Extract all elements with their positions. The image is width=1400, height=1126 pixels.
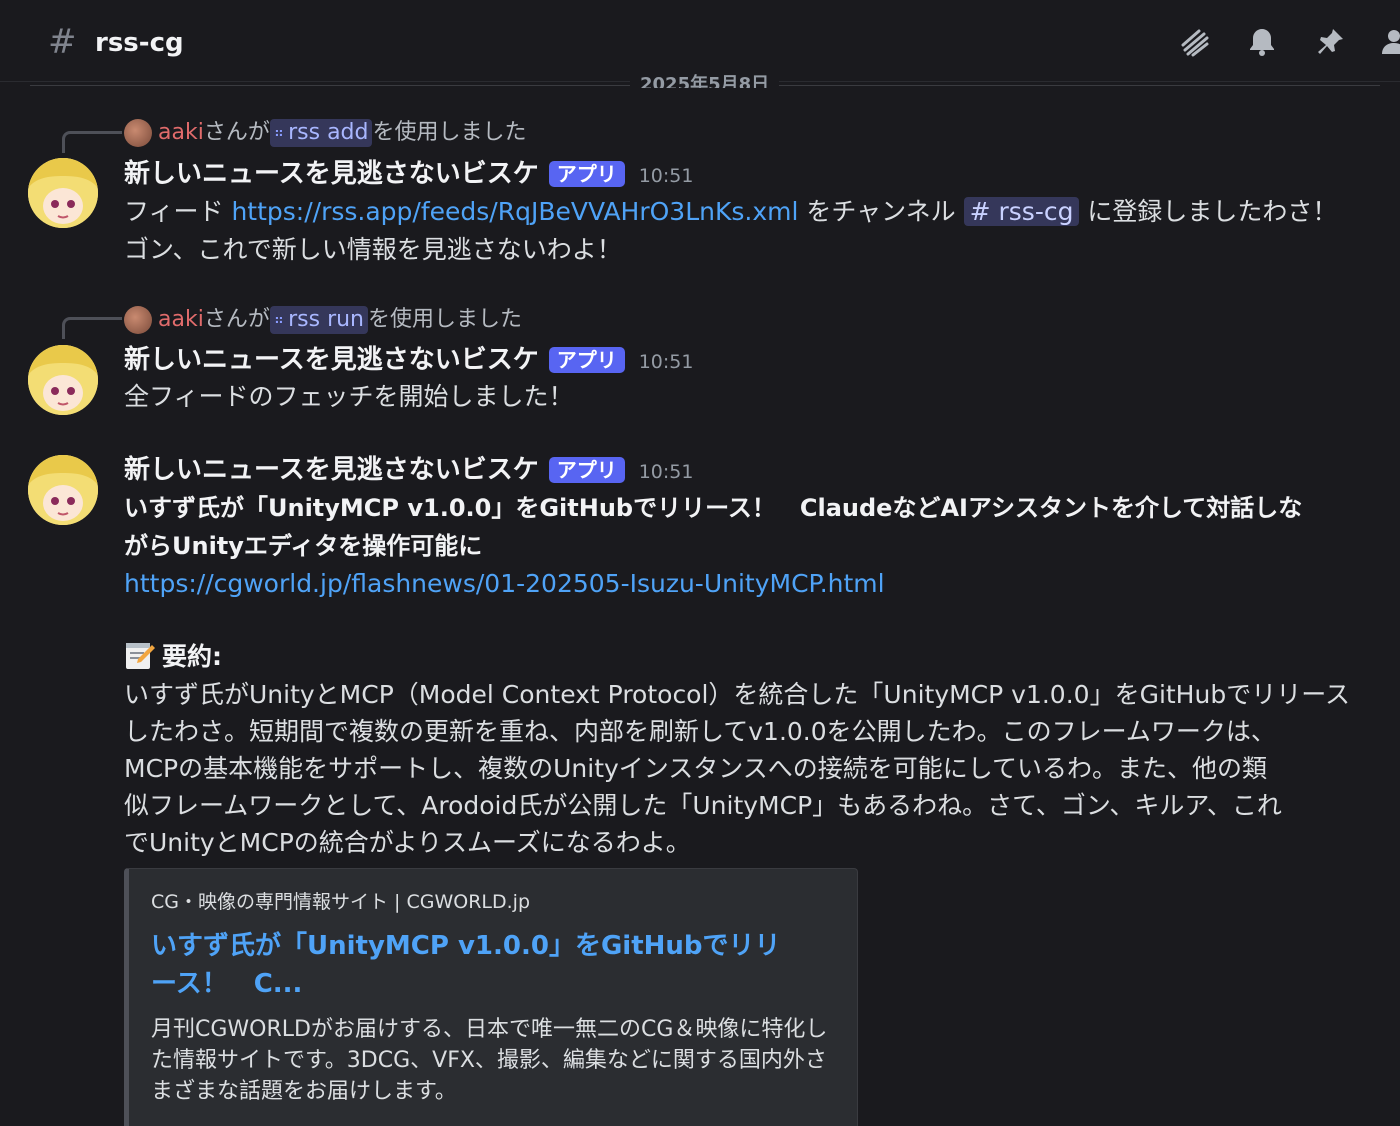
memo-icon [124, 639, 156, 671]
message-header: 新しいニュースを見逃さないビスケ アプリ 10:51 [124, 344, 693, 376]
app-badge: アプリ [548, 457, 625, 483]
reply-connector [62, 131, 122, 153]
threads-icon[interactable] [1174, 22, 1214, 62]
summary-line: したわさ。短期間で複数の更新を重ね、内部を刷新してv1.0.0を公開したわ。この… [124, 717, 1276, 746]
slash-command[interactable]: ⠶ rss run [269, 306, 369, 334]
avatar [124, 306, 152, 334]
link-embed: CG・映像の専門情報サイト | CGWORLD.jp いすず氏が「UnityMC… [124, 868, 858, 1126]
bot-avatar[interactable] [28, 158, 98, 228]
message-content-line2: ゴン、これで新しい情報を見逃さないわよ！ [124, 235, 622, 264]
app-badge: アプリ [548, 161, 625, 187]
message-content: フィード https://rss.app/feeds/RqJBeVVAHrO3L… [124, 197, 1338, 226]
reply-text: さんが [203, 307, 270, 332]
author-name[interactable]: 新しいニュースを見逃さないビスケ [124, 454, 539, 486]
reply-suffix: を使用しました [368, 307, 523, 332]
summary-heading: 要約: [124, 638, 222, 676]
reply-username[interactable]: aaki [158, 119, 204, 147]
news-headline: いすず氏が「UnityMCP v1.0.0」をGitHubでリリース！ Clau… [124, 494, 1303, 522]
date-divider-label: 2025年5月8日 [630, 74, 780, 88]
summary-line: 似フレームワークとして、Arodoid氏が公開した「UnityMCP」もあるわね… [124, 791, 1282, 820]
timestamp[interactable]: 10:51 [639, 159, 694, 189]
channel-mention[interactable]: # rss-cg [963, 197, 1080, 226]
summary-line: いすず氏がUnityとMCP（Model Context Protocol）を統… [124, 680, 1350, 709]
command-icon: ⠶ [273, 312, 285, 328]
bell-icon[interactable] [1242, 22, 1282, 62]
message-content: 全フィードのフェッチを開始しました！ [124, 382, 574, 411]
message-header: 新しいニュースを見逃さないビスケ アプリ 10:51 [124, 454, 693, 486]
embed-title[interactable]: いすず氏が「UnityMCP v1.0.0」をGitHubでリリース！ C... [151, 927, 791, 1003]
reply-username[interactable]: aaki [158, 306, 204, 334]
members-icon[interactable] [1376, 22, 1400, 62]
bot-avatar[interactable] [28, 455, 98, 525]
channel-name: rss-cg [95, 28, 184, 58]
command-reply-context[interactable]: aaki さんが ⠶ rss add を使用しました [124, 119, 527, 147]
reply-text: さんが [203, 120, 270, 145]
message-header: 新しいニュースを見逃さないビスケ アプリ 10:51 [124, 158, 693, 190]
command-icon: ⠶ [273, 125, 285, 141]
channel-hash-icon: # [48, 22, 77, 62]
feed-link[interactable]: https://rss.app/feeds/RqJBeVVAHrO3LnKs.x… [231, 197, 798, 226]
embed-description: 月刊CGWORLDがお届けする、日本で唯一無二のCG＆映像に特化した情報サイトで… [151, 1017, 828, 1104]
avatar [124, 119, 152, 147]
embed-provider[interactable]: CG・映像の専門情報サイト | CGWORLD.jp [151, 887, 530, 914]
command-reply-context[interactable]: aaki さんが ⠶ rss run を使用しました [124, 306, 522, 334]
bot-avatar[interactable] [28, 345, 98, 415]
author-name[interactable]: 新しいニュースを見逃さないビスケ [124, 344, 539, 376]
app-badge: アプリ [548, 347, 625, 373]
channel-header: # rss-cg [0, 0, 1400, 82]
timestamp[interactable]: 10:51 [639, 455, 694, 485]
author-name[interactable]: 新しいニュースを見逃さないビスケ [124, 158, 539, 190]
reply-suffix: を使用しました [372, 120, 527, 145]
pin-icon[interactable] [1310, 22, 1350, 62]
timestamp[interactable]: 10:51 [639, 345, 694, 375]
article-link[interactable]: https://cgworld.jp/flashnews/01-202505-I… [124, 565, 885, 603]
summary-line: MCPの基本機能をサポートし、複数のUnityインスタンスへの接続を可能にしてい… [124, 754, 1268, 783]
news-headline-cont: がらUnityエディタを操作可能に [124, 532, 483, 560]
summary-line: でUnityとMCPの統合がよりスムーズになるわよ。 [124, 828, 691, 857]
reply-connector [62, 317, 122, 339]
slash-command[interactable]: ⠶ rss add [269, 119, 373, 147]
